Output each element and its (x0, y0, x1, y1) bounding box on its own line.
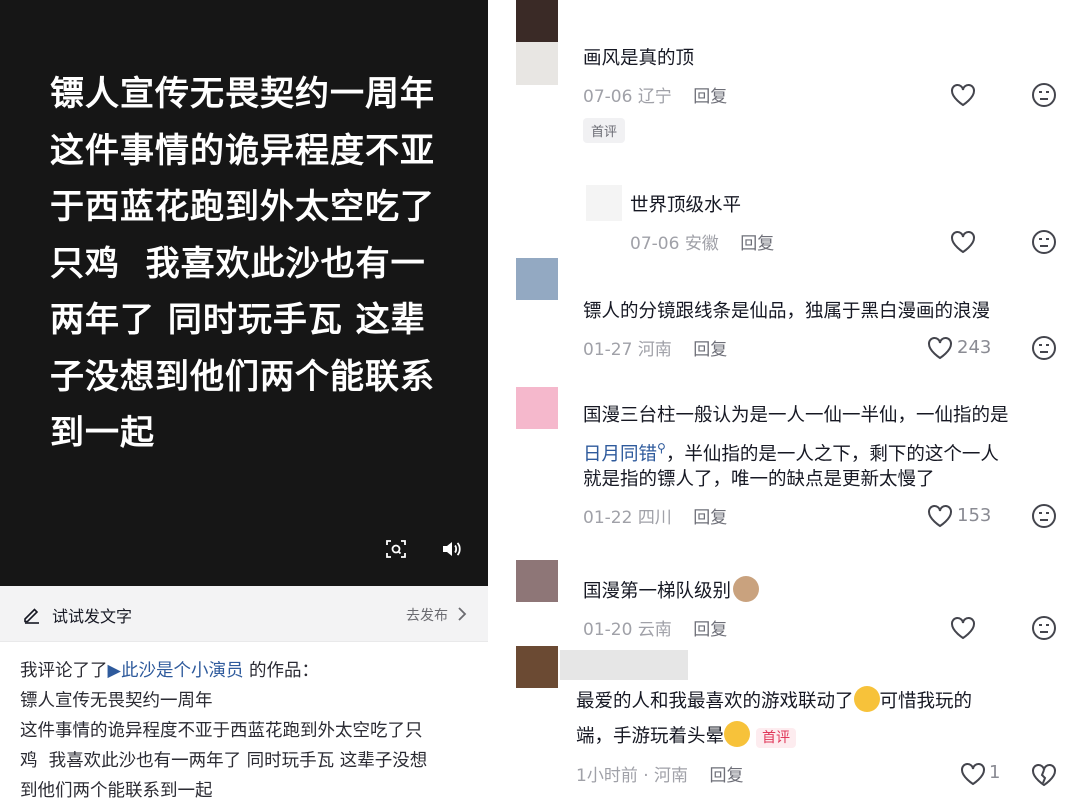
heart-icon[interactable] (949, 82, 977, 108)
comment-text-line: 端，手游玩着头晕 首评 (576, 721, 797, 754)
broken-heart-icon[interactable] (1030, 761, 1058, 789)
chevron-right-icon[interactable] (456, 606, 468, 622)
author-link[interactable]: ▶此沙是个小演员 (108, 661, 244, 681)
crying-emoji-icon (724, 721, 751, 747)
volume-icon[interactable] (440, 538, 462, 560)
cat-emoji-icon (733, 576, 760, 602)
comment-region: 四川 (637, 508, 672, 528)
comment-text-fragment: 可惜我玩的 (879, 691, 973, 712)
laughing-emoji-icon (853, 686, 880, 712)
avatar[interactable] (516, 560, 558, 602)
dislike-face-icon[interactable] (1030, 614, 1058, 642)
video-player[interactable]: 镖人宣传无畏契约一周年 这件事情的诡异程度不亚 于西蓝花跑到外太空吃了 只鸡 我… (0, 0, 488, 586)
comment-date: 01-22 (583, 508, 633, 528)
shared-line: 鸡 我喜欢此沙也有一两年了 同时玩手瓦 这辈子没想 (20, 751, 428, 771)
comment-meta: 01-22 四川 回复 (583, 503, 727, 528)
avatar[interactable] (516, 646, 558, 688)
like-count: 1 (989, 762, 1001, 783)
heart-icon[interactable] (959, 761, 987, 787)
comment-date: 01-27 (583, 340, 633, 360)
avatar-placeholder (516, 42, 558, 85)
like-count: 153 (957, 505, 992, 526)
comment-text-line: 最爱的人和我最喜欢的游戏联动了 可惜我玩的 (576, 686, 972, 718)
comment-region: 安徽 (684, 234, 719, 254)
comment-text: 世界顶级水平 (630, 195, 742, 216)
comment-text: 国漫第一梯队级别 (583, 576, 760, 608)
dislike-face-icon[interactable] (1030, 334, 1058, 362)
caption-line: 于西蓝花跑到外太空吃了 (50, 187, 435, 227)
comment-text-fragment: ，半仙指的是一人之下，剩下的这个一人 (665, 444, 999, 465)
comment-region: 辽宁 (637, 87, 672, 107)
comment-list: 画风是真的顶 07-06 辽宁 回复 首评 世界顶级水平 07-06 安徽 回复 (508, 0, 1080, 803)
comment-meta: 07-06 安徽 回复 (630, 229, 774, 254)
comment-meta: 01-20 云南 回复 (583, 615, 727, 640)
dislike-face-icon[interactable] (1030, 502, 1058, 530)
comment-meta: 01-27 河南 回复 (583, 335, 727, 360)
comment-text-fragment: 端，手游玩着头晕 (576, 726, 725, 747)
comment-region: 河南 (654, 766, 689, 786)
caption-line: 两年了 同时玩手瓦 这辈 (50, 300, 426, 340)
compose-placeholder[interactable]: 试试发文字 (52, 603, 132, 627)
caption-line: 镖人宣传无畏契约一周年 (50, 74, 435, 114)
scan-icon[interactable] (385, 538, 407, 560)
avatar[interactable] (516, 387, 558, 429)
topic-link[interactable]: 日月同错 (583, 444, 657, 465)
search-icon: ⚲ (657, 441, 666, 455)
comment-text-fragment: 国漫第一梯队级别 (583, 581, 732, 602)
reply-button[interactable]: 回复 (740, 234, 774, 254)
shared-post: 我评论了了▶此沙是个小演员 的作品： 镖人宣传无畏契约一周年 这件事情的诡异程度… (20, 656, 470, 803)
comment-date: 07-06 (630, 234, 680, 254)
comment-meta: 07-06 辽宁 回复 (583, 82, 727, 107)
comment-region: 河南 (637, 340, 672, 360)
reply-button[interactable]: 回复 (693, 340, 727, 360)
publish-link[interactable]: 去发布 (406, 605, 448, 625)
comment-date: 1小时前 (576, 766, 638, 786)
shared-line: 镖人宣传无畏契约一周年 (20, 691, 213, 711)
caption-line: 子没想到他们两个能联系 (50, 356, 435, 397)
dislike-face-icon[interactable] (1030, 81, 1058, 109)
reply-button[interactable]: 回复 (709, 766, 743, 786)
dislike-face-icon[interactable] (1030, 228, 1058, 256)
comment-text-fragment: 最爱的人和我最喜欢的游戏联动了 (576, 691, 854, 712)
avatar[interactable] (516, 0, 558, 42)
avatar[interactable] (516, 258, 558, 300)
compose-bar[interactable]: 试试发文字 去发布 (0, 586, 488, 642)
comment-date: 07-06 (583, 87, 633, 107)
meta-separator: · (637, 766, 655, 786)
shared-line: 到他们两个能联系到一起 (20, 781, 213, 801)
shared-prefix: 我评论了了 (20, 661, 108, 681)
reply-button[interactable]: 回复 (693, 87, 727, 107)
video-caption: 镖人宣传无畏契约一周年 这件事情的诡异程度不亚 于西蓝花跑到外太空吃了 只鸡 我… (50, 66, 450, 462)
heart-icon[interactable] (926, 503, 954, 529)
avatar[interactable] (586, 185, 622, 221)
left-panel: 镖人宣传无畏契约一周年 这件事情的诡异程度不亚 于西蓝花跑到外太空吃了 只鸡 我… (0, 0, 488, 803)
comment-date: 01-20 (583, 620, 633, 640)
comment-meta: 1小时前 · 河南 回复 (576, 761, 743, 786)
first-comment-tag: 首评 (756, 728, 797, 748)
heart-icon[interactable] (949, 615, 977, 641)
comment-text-line: 就是指的镖人了，唯一的缺点是更新太慢了 (583, 469, 935, 490)
reply-button[interactable]: 回复 (693, 620, 727, 640)
pen-icon (24, 608, 39, 624)
shared-post-header: 我评论了了▶此沙是个小演员 的作品： (20, 656, 470, 686)
comment-text: 画风是真的顶 (583, 48, 695, 69)
heart-icon[interactable] (949, 229, 977, 255)
comment-text: 镖人的分镜跟线条是仙品，独属于黑白漫画的浪漫 (583, 301, 991, 322)
comment-region: 云南 (637, 620, 672, 640)
shared-suffix: 的作品： (243, 661, 320, 681)
comment-text-line: 国漫三台柱一般认为是一人一仙一半仙，一仙指的是 (583, 405, 1009, 426)
first-comment-tag: 首评 (583, 118, 626, 143)
like-count: 243 (957, 337, 992, 358)
username-placeholder (560, 650, 688, 680)
caption-line: 到一起 (50, 413, 155, 453)
reply-button[interactable]: 回复 (693, 508, 727, 528)
caption-line: 这件事情的诡异程度不亚 (50, 130, 435, 171)
shared-line: 这件事情的诡异程度不亚于西蓝花跑到外太空吃了只 (20, 721, 423, 741)
heart-icon[interactable] (926, 335, 954, 361)
caption-line: 只鸡 我喜欢此沙也有一 (50, 243, 426, 284)
